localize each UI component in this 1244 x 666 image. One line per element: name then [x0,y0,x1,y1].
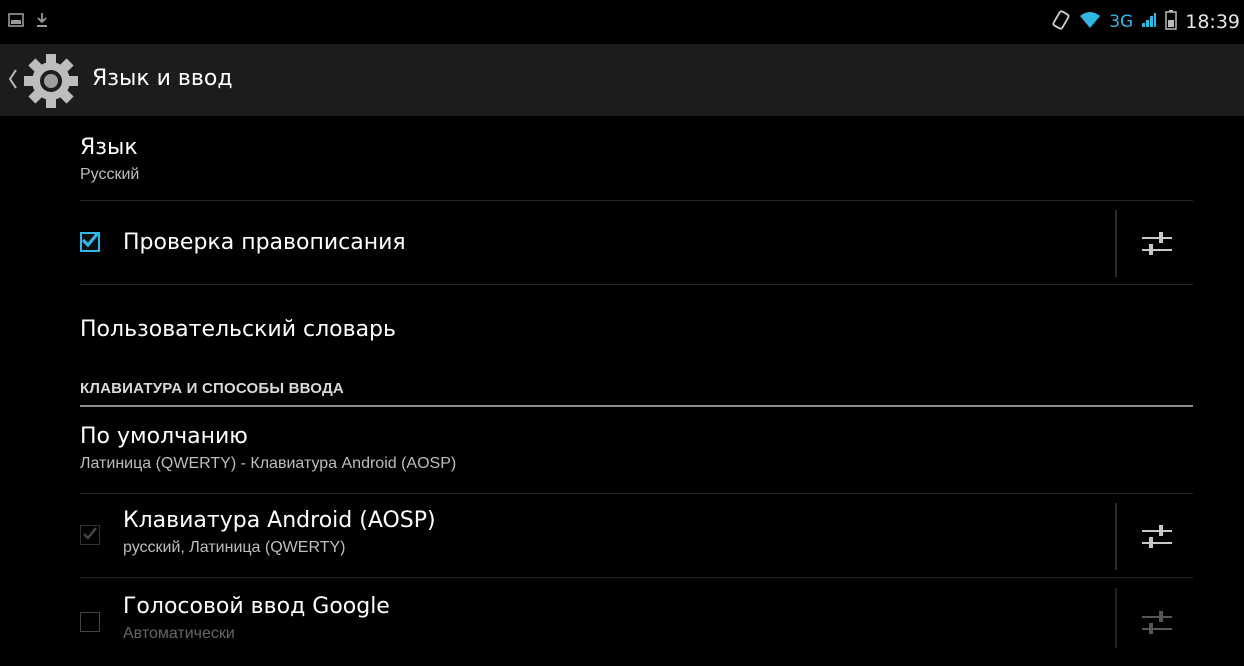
section-header-keyboard: КЛАВИАТУРА И СПОСОБЫ ВВОДА [80,369,1193,407]
divider [1115,210,1117,277]
divider [1115,588,1117,648]
download-icon [36,12,48,33]
google-voice-settings-icon[interactable] [1140,610,1174,641]
language-title: Язык [80,135,138,160]
user-dictionary-title: Пользовательский словарь [80,317,396,342]
rotation-icon [1051,9,1071,35]
network-type: 3G [1109,12,1134,32]
section-title: КЛАВИАТУРА И СПОСОБЫ ВВОДА [80,380,344,397]
spell-check-item[interactable]: Проверка правописания [80,201,1193,285]
google-voice-checkbox[interactable] [80,612,100,632]
wifi-icon [1079,11,1101,34]
gear-icon[interactable] [22,52,80,115]
default-summary: Латиница (QWERTY) - Клавиатура Android (… [80,455,457,472]
android-keyboard-checkbox [80,525,100,545]
settings-list: Язык Русский Проверка правописания Польз… [80,116,1193,666]
signal-icon [1141,12,1157,33]
back-caret-icon[interactable] [8,68,18,95]
spell-check-checkbox[interactable] [80,231,100,252]
spell-check-settings-icon[interactable] [1140,231,1174,262]
divider [1115,503,1117,570]
android-keyboard-title: Клавиатура Android (AOSP) [123,508,436,533]
android-keyboard-item[interactable]: Клавиатура Android (AOSP) русский, Латин… [80,494,1193,578]
spell-check-title: Проверка правописания [123,230,406,255]
action-bar: Язык и ввод [0,44,1244,116]
status-bar: 3G 18:39 [0,0,1244,44]
clock: 18:39 [1185,11,1240,33]
google-voice-item[interactable]: Голосовой ввод Google Автоматически [80,578,1193,666]
page-title: Язык и ввод [92,66,233,91]
battery-icon [1165,9,1177,35]
language-item[interactable]: Язык Русский [80,116,1193,201]
google-voice-summary: Автоматически [123,625,235,642]
android-keyboard-summary: русский, Латиница (QWERTY) [123,539,346,556]
google-voice-title: Голосовой ввод Google [123,594,390,619]
default-keyboard-item[interactable]: По умолчанию Латиница (QWERTY) - Клавиат… [80,407,1193,494]
screenshot-icon [8,12,24,32]
user-dictionary-item[interactable]: Пользовательский словарь [80,285,1193,369]
default-title: По умолчанию [80,424,248,449]
android-keyboard-settings-icon[interactable] [1140,524,1174,555]
language-summary: Русский [80,166,140,183]
